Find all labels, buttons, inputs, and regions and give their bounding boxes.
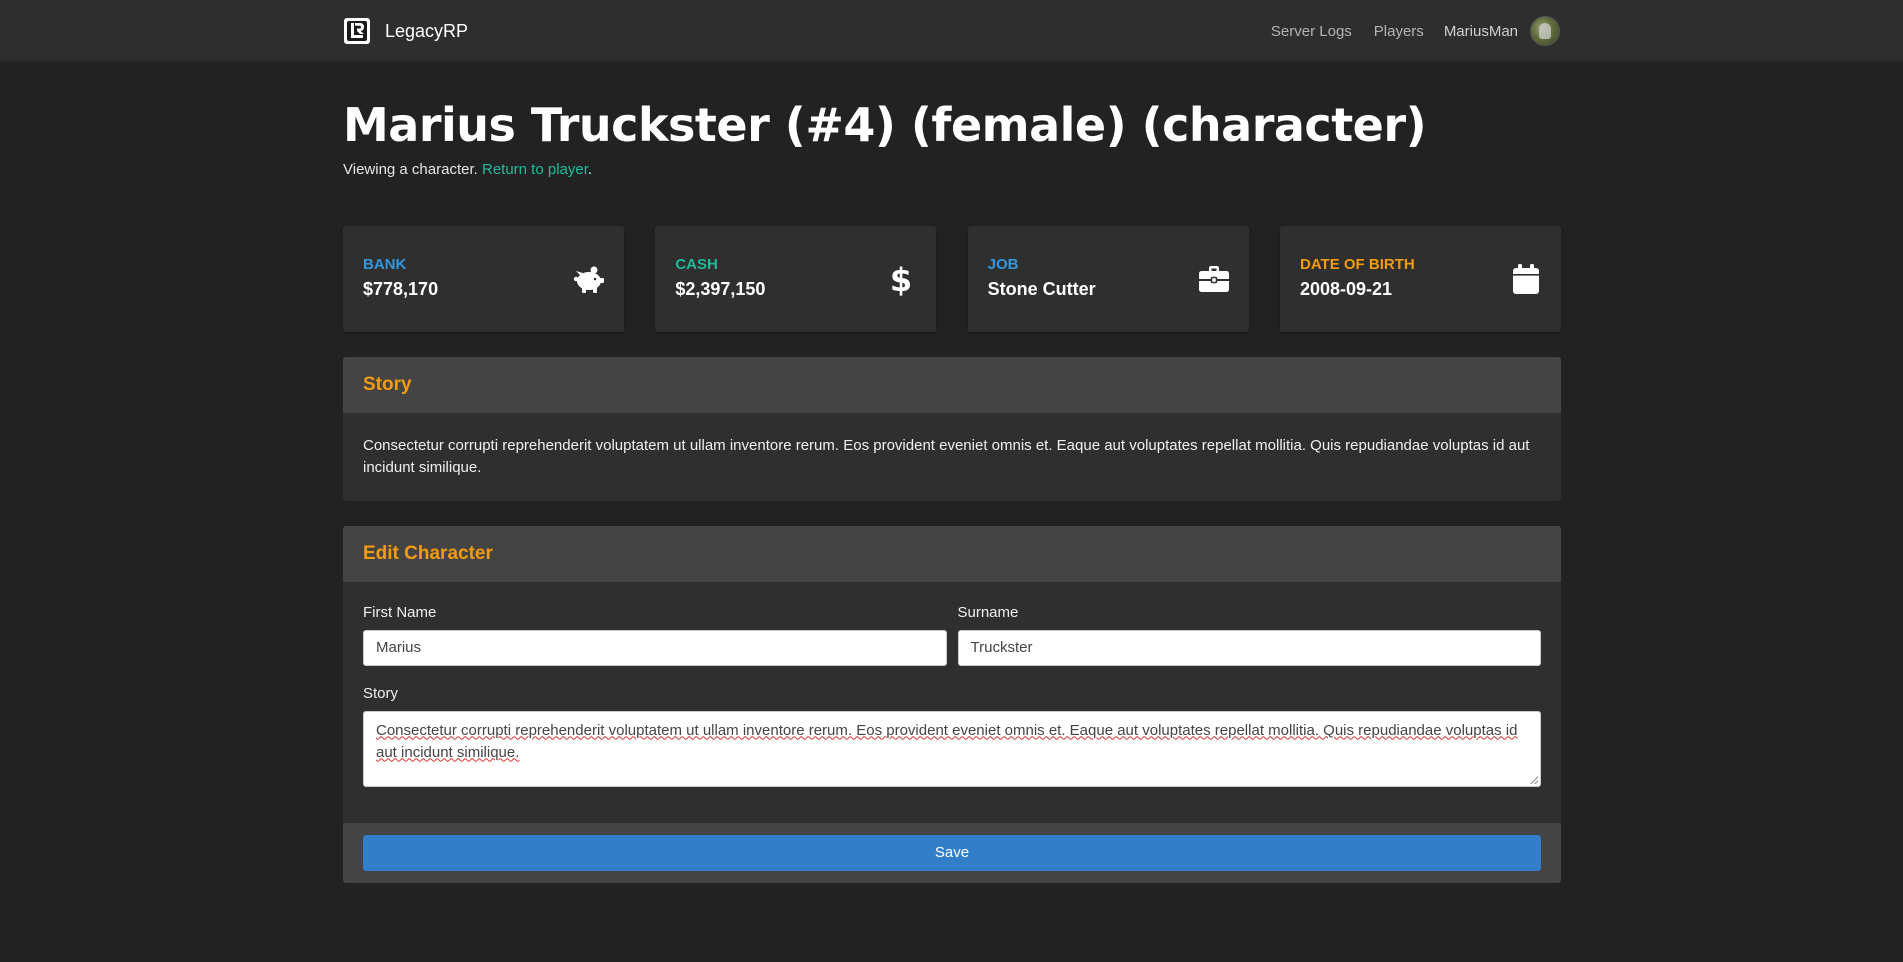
first-name-label: First Name: [363, 603, 437, 621]
nav-username[interactable]: MariusMan: [1444, 23, 1518, 40]
subtitle-suffix: .: [587, 160, 593, 178]
edit-card-footer: Save: [343, 822, 1561, 883]
nav-right: Server Logs Players MariusMan: [1271, 16, 1560, 46]
stats-row: BANK $778,170 CASH $2,397,150 $ JOB Ston…: [343, 225, 1561, 332]
stat-bank: BANK $778,170: [343, 225, 624, 332]
brand-name: LegacyRP: [385, 20, 469, 41]
dollar-icon: $: [890, 262, 912, 296]
return-to-player-link[interactable]: Return to player: [482, 161, 588, 178]
main-container: Marius Truckster (#4) (female) (characte…: [343, 62, 1561, 883]
briefcase-icon: [1198, 265, 1229, 292]
top-navbar: LegacyRP Server Logs Players MariusMan: [0, 0, 1903, 62]
page-subtitle: Viewing a character. Return to player.: [343, 161, 1561, 178]
edit-character-form: First Name Marius Surname Truckster Stor…: [343, 582, 1561, 823]
story-card: Story Consectetur corrupti reprehenderit…: [343, 356, 1561, 501]
stat-value: 2008-09-21: [1299, 278, 1393, 299]
calendar-icon: [1512, 263, 1539, 294]
story-textarea[interactable]: Consectetur corrupti reprehenderit volup…: [363, 710, 1541, 787]
edit-character-card: Edit Character First Name Marius Surname…: [343, 525, 1561, 883]
stat-cash: CASH $2,397,150 $: [655, 225, 937, 332]
navbar-inner: LegacyRP Server Logs Players MariusMan: [343, 0, 1560, 62]
story-text: Consectetur corrupti reprehenderit volup…: [363, 436, 1530, 476]
resize-grip-icon[interactable]: [1530, 775, 1538, 784]
brand[interactable]: LegacyRP: [343, 17, 468, 45]
story-card-body: Consectetur corrupti reprehenderit volup…: [343, 413, 1561, 501]
surname-label: Surname: [957, 603, 1019, 621]
edit-character-title: Edit Character: [343, 525, 1561, 582]
save-button[interactable]: Save: [363, 834, 1541, 871]
surname-group: Surname Truckster: [957, 603, 1541, 666]
stat-value: Stone Cutter: [987, 278, 1096, 299]
stat-label: CASH: [675, 255, 718, 273]
first-name-input[interactable]: Marius: [363, 629, 947, 666]
surname-input[interactable]: Truckster: [957, 629, 1541, 666]
legacyrp-logo-icon: [344, 18, 370, 44]
avatar[interactable]: [1530, 16, 1560, 46]
stat-label: JOB: [987, 255, 1019, 273]
svg-text:$: $: [890, 262, 912, 296]
stat-job: JOB Stone Cutter: [967, 225, 1249, 332]
stat-value: $2,397,150: [675, 278, 766, 299]
first-name-group: First Name Marius: [363, 604, 947, 666]
story-textarea-text: Consectetur corrupti reprehenderit volup…: [376, 721, 1518, 761]
piggy-bank-icon: [573, 266, 604, 293]
stat-label: DATE OF BIRTH: [1299, 255, 1415, 273]
stat-value: $778,170: [363, 278, 439, 299]
story-label: Story: [363, 684, 399, 702]
name-row: First Name Marius Surname Truckster: [363, 604, 1541, 666]
nav-link-players[interactable]: Players: [1374, 23, 1424, 40]
story-group: Story Consectetur corrupti reprehenderit…: [363, 685, 1541, 787]
stat-date-of-birth: DATE OF BIRTH 2008-09-21: [1279, 225, 1561, 332]
stat-label: BANK: [363, 255, 407, 273]
page-title: Marius Truckster (#4) (female) (characte…: [343, 98, 1427, 152]
subtitle-text: Viewing a character.: [343, 160, 482, 178]
nav-link-server-logs[interactable]: Server Logs: [1271, 23, 1352, 40]
story-card-title: Story: [343, 356, 1561, 413]
